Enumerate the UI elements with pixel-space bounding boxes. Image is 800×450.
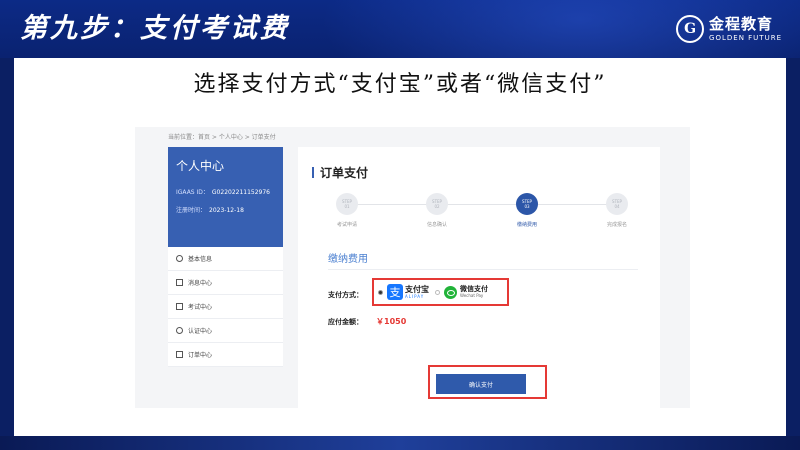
- registration-date-row: 注册时间： 2023-12-18: [176, 207, 244, 214]
- igaas-id-row: IGAAS ID： G02202211152976: [176, 189, 270, 196]
- wechat-pay-icon: [444, 285, 457, 299]
- alipay-label-en: ALIPAY: [405, 293, 425, 299]
- step-1-circle: STEP 01: [336, 193, 358, 215]
- step-4-circle: STEP 04: [606, 193, 628, 215]
- alipay-label: 支付宝: [405, 284, 429, 294]
- section-divider: [328, 269, 638, 270]
- profile-card: 个人中心 IGAAS ID： G02202211152976 注册时间： 2023-…: [168, 147, 283, 247]
- alipay-icon: 支: [387, 284, 403, 300]
- sidebar-item-messages[interactable]: 消息中心: [168, 271, 283, 295]
- step-1: STEP 01 考试申请: [317, 193, 377, 228]
- section-title: 缴纳费用: [328, 254, 368, 265]
- clock-icon: [176, 255, 183, 262]
- alipay-option[interactable]: 支 支付宝 ALIPAY: [387, 282, 429, 302]
- message-icon: [176, 279, 183, 286]
- sidebar-item-exams[interactable]: 考试中心: [168, 295, 283, 319]
- instruction-text: 选择支付方式“支付宝”或者“微信支付”: [193, 72, 607, 97]
- exam-icon: [176, 303, 183, 310]
- step-4: STEP 04 完成报名: [587, 193, 647, 228]
- logo-chinese: 金程教育: [709, 14, 774, 33]
- step-2: STEP 02 信息确认: [407, 193, 467, 228]
- amount-due-value: ￥1050: [376, 317, 407, 326]
- payment-method-label: 支付方式：: [328, 291, 363, 299]
- slide-title: 第九步：支付考试费: [20, 13, 290, 44]
- wechat-pay-label: 微信支付: [460, 285, 488, 293]
- badge-icon: [176, 327, 183, 334]
- sidebar-item-orders[interactable]: 订单中心: [168, 343, 283, 367]
- step-3-circle: STEP 03: [516, 193, 538, 215]
- logo-english: GOLDEN FUTURE: [709, 33, 782, 42]
- order-icon: [176, 351, 183, 358]
- wechat-pay-option[interactable]: 微信支付 Wechat Pay: [444, 283, 488, 301]
- profile-title: 个人中心: [176, 159, 225, 173]
- confirm-payment-button[interactable]: 确认支付: [436, 374, 526, 394]
- logo-mark: G: [676, 15, 705, 43]
- progress-steps: STEP 01 考试申请 STEP 02 信息确认 STEP 03 缴纳费用 STEP…: [312, 193, 652, 233]
- page-title: 订单支付: [312, 164, 368, 181]
- wechat-pay-label-en: Wechat Pay: [460, 293, 484, 298]
- title-accent-bar: [312, 167, 314, 178]
- brand-logo: G 金程教育 GOLDEN FUTURE: [676, 12, 782, 46]
- amount-due-label: 应付金额：: [328, 318, 363, 326]
- step-3-active: STEP 03 缴纳费用: [497, 193, 557, 228]
- webpage-screenshot: 当前位置：首页 > 个人中心 > 订单支付 个人中心 IGAAS ID： G022…: [135, 127, 690, 408]
- step-2-circle: STEP 02: [426, 193, 448, 215]
- breadcrumb[interactable]: 当前位置：首页 > 个人中心 > 订单支付: [168, 132, 276, 141]
- sidebar-item-certification[interactable]: 认证中心: [168, 319, 283, 343]
- alipay-radio[interactable]: [378, 290, 383, 295]
- sidebar-item-basic-info[interactable]: 基本信息: [168, 247, 283, 271]
- slide-footer-strip: [0, 436, 800, 450]
- wechat-radio[interactable]: [435, 290, 440, 295]
- sidebar-menu: 基本信息 消息中心 考试中心 认证中心 订单中心: [168, 247, 283, 367]
